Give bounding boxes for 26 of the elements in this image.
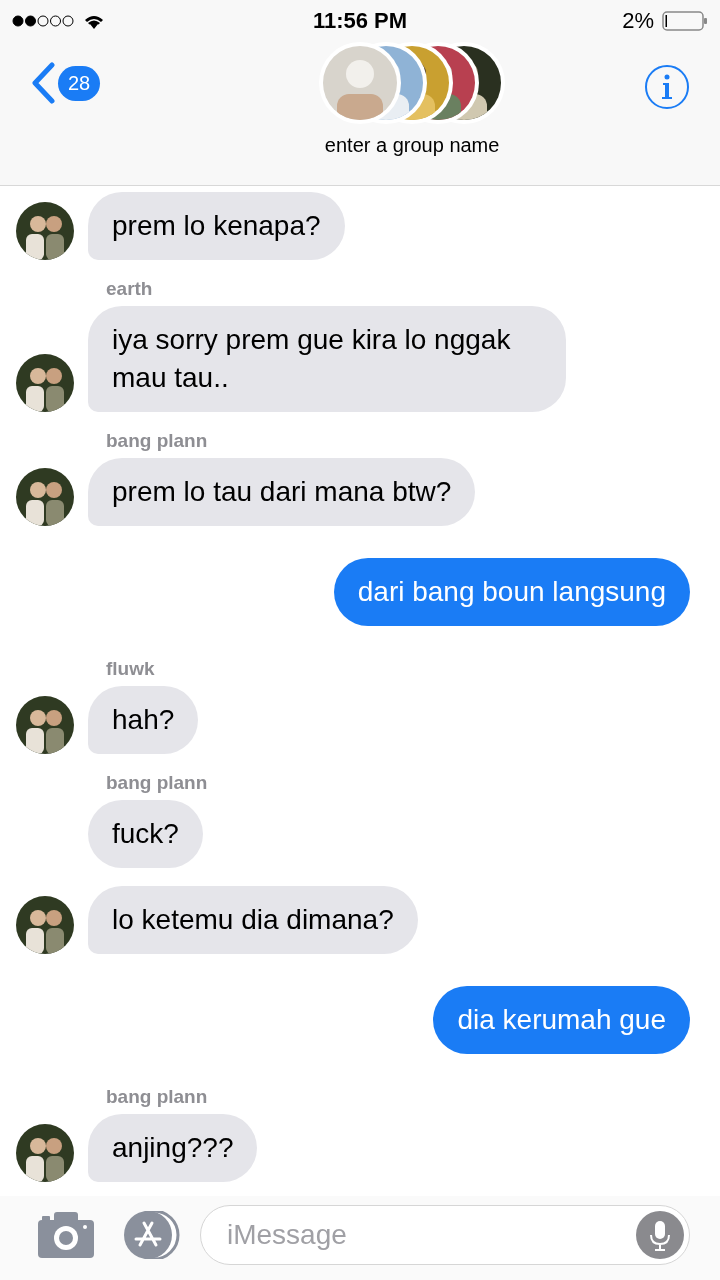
message-bubble: dari bang boun langsung xyxy=(333,558,690,626)
unread-count-badge: 28 xyxy=(58,65,101,101)
back-button[interactable]: 28 xyxy=(30,62,101,104)
sender-name: bang plann xyxy=(106,772,209,794)
message-bubble: hah? xyxy=(88,686,199,754)
sender-name: earth xyxy=(106,278,154,300)
microphone-icon[interactable] xyxy=(636,1211,684,1259)
sender-name: fluwk xyxy=(106,658,156,680)
sender-name: bang plann xyxy=(106,1086,209,1108)
info-icon[interactable] xyxy=(644,64,690,110)
status-time: 11:56 PM xyxy=(312,8,408,34)
sender-name: bang plann xyxy=(106,430,209,452)
battery-icon xyxy=(662,11,708,31)
message-bubble: fuck? xyxy=(88,800,203,868)
message-bubble: dia kerumah gue xyxy=(433,986,690,1054)
chevron-left-icon xyxy=(30,62,56,104)
message-bubble: prem lo tau dari mana btw? xyxy=(88,458,476,526)
camera-icon[interactable] xyxy=(38,1212,94,1258)
message-bubble: prem lo kenapa? xyxy=(88,192,345,260)
battery-percent: 2% xyxy=(622,8,654,34)
message-input[interactable]: iMessage xyxy=(200,1205,690,1265)
group-name[interactable]: enter a group name xyxy=(324,134,500,157)
signal-icon xyxy=(12,14,74,28)
message-bubble: anjing??? xyxy=(88,1114,258,1182)
message-bubble: lo ketemu dia dimana? xyxy=(88,886,418,954)
message-bubble: iya sorry prem gue kira lo nggak mau tau.. xyxy=(88,306,566,412)
